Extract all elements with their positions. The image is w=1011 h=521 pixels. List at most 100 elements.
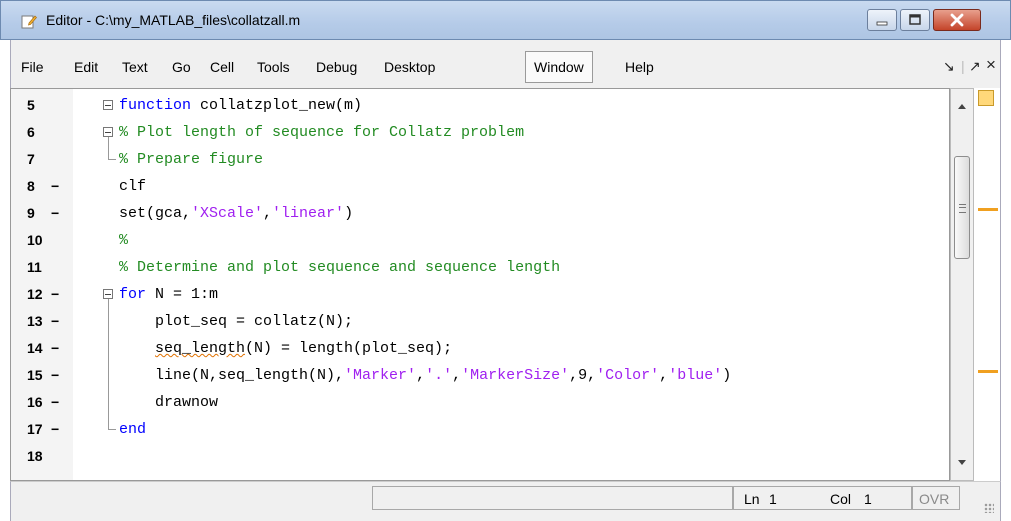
code-line[interactable]: 13− plot_seq = collatz(N); [11, 308, 949, 335]
warning-marker[interactable] [978, 370, 998, 373]
menu-go[interactable]: Go [172, 59, 191, 75]
line-number: 16 [27, 394, 43, 410]
code-token: (N) = length(plot_seq); [245, 340, 453, 357]
code-text: seq_length(N) = length(plot_seq); [119, 335, 452, 362]
menu-edit[interactable]: Edit [74, 59, 98, 75]
breakpoint-dash[interactable]: − [51, 173, 59, 200]
column-label: Col [830, 491, 852, 507]
code-token: , [263, 205, 273, 222]
code-text: line(N,seq_length(N),'Marker','.','Marke… [119, 362, 731, 389]
scroll-down-arrow-icon[interactable] [958, 460, 966, 465]
analyzer-status-icon[interactable] [978, 90, 994, 106]
vertical-scrollbar[interactable] [950, 88, 974, 481]
code-token: ) [344, 205, 354, 222]
code-line[interactable]: 14− seq_length(N) = length(plot_seq); [11, 335, 949, 362]
code-line[interactable]: 17− end [11, 416, 949, 443]
fold-guide [108, 299, 109, 429]
code-line[interactable]: 16− drawnow [11, 389, 949, 416]
fold-guide-end [108, 429, 116, 430]
code-token: 'Marker' [344, 367, 417, 384]
restore-icon[interactable]: ↗ [969, 58, 981, 75]
line-number: 5 [27, 97, 35, 113]
breakpoint-dash[interactable]: − [51, 200, 59, 227]
breakpoint-dash[interactable]: − [51, 308, 59, 335]
maximize-button[interactable] [900, 9, 930, 31]
line-number: 10 [27, 232, 43, 248]
code-token: collatzplot_new(m) [191, 97, 363, 114]
window-title: Editor - C:\my_MATLAB_files\collatzall.m [46, 12, 301, 28]
breakpoint-dash[interactable]: − [51, 362, 59, 389]
code-token: , [659, 367, 669, 384]
code-token: % Plot length of sequence for Collatz pr… [119, 124, 525, 141]
code-line[interactable]: 5 function collatzplot_new(m) [11, 92, 949, 119]
line-label: Ln [744, 491, 760, 507]
status-message-field [372, 486, 733, 510]
breakpoint-dash[interactable]: − [51, 389, 59, 416]
line-number: 12 [27, 286, 43, 302]
code-token: 'blue' [668, 367, 723, 384]
minimize-button[interactable] [867, 9, 897, 31]
line-number: 8 [27, 178, 35, 194]
column-value: 1 [864, 491, 872, 507]
maximize-icon [909, 14, 921, 25]
code-text: for N = 1:m [119, 281, 218, 308]
menu-file[interactable]: File [21, 59, 44, 75]
code-line[interactable]: 15− line(N,seq_length(N),'Marker','.','M… [11, 362, 949, 389]
matlab-editor-window: Editor - C:\my_MATLAB_files\collatzall.m… [0, 0, 1011, 521]
resize-grip-icon[interactable] [984, 503, 994, 513]
close-icon [950, 13, 964, 27]
line-number: 9 [27, 205, 35, 221]
code-token: function [119, 97, 192, 114]
line-number: 6 [27, 124, 35, 140]
breakpoint-dash[interactable]: − [51, 335, 59, 362]
breakpoint-dash[interactable]: − [51, 281, 59, 308]
cursor-position-field [733, 486, 912, 510]
code-token: seq_length [155, 340, 246, 357]
code-line[interactable]: 10% [11, 227, 949, 254]
code-text: % Determine and plot sequence and sequen… [119, 254, 560, 281]
code-text: end [119, 416, 146, 443]
code-line[interactable]: 11 % Determine and plot sequence and sequ… [11, 254, 949, 281]
scroll-up-arrow-icon[interactable] [958, 104, 966, 109]
menu-tools[interactable]: Tools [257, 59, 290, 75]
code-token: 'linear' [272, 205, 345, 222]
code-line[interactable]: 18 [11, 443, 949, 470]
code-line[interactable]: 8− clf [11, 173, 949, 200]
undock-icon[interactable]: ↘ [943, 58, 955, 75]
code-line[interactable]: 12− for N = 1:m [11, 281, 949, 308]
line-number: 15 [27, 367, 43, 383]
menu-debug[interactable]: Debug [316, 59, 357, 75]
menu-desktop[interactable]: Desktop [384, 59, 435, 75]
menu-cell[interactable]: Cell [210, 59, 234, 75]
code-text: set(gca,'XScale','linear') [119, 200, 353, 227]
close-window-button[interactable] [933, 9, 981, 31]
code-token: line(N,seq_length(N), [119, 367, 345, 384]
menu-text[interactable]: Text [122, 59, 148, 75]
close-doc-icon[interactable]: × [986, 55, 996, 75]
code-token: % [119, 232, 129, 249]
code-text: drawnow [119, 389, 218, 416]
warning-marker[interactable] [978, 208, 998, 211]
code-editor[interactable]: 5 function collatzplot_new(m) 6 % Plot leng… [10, 88, 950, 481]
breakpoint-dash[interactable]: − [51, 416, 59, 443]
fold-toggle-icon[interactable] [103, 127, 113, 137]
menu-window[interactable]: Window [525, 51, 593, 83]
fold-toggle-icon[interactable] [103, 289, 113, 299]
line-number: 14 [27, 340, 43, 356]
line-number: 7 [27, 151, 35, 167]
code-token: clf [119, 178, 147, 195]
menu-help[interactable]: Help [625, 59, 654, 75]
scroll-thumb[interactable] [954, 156, 970, 259]
title-bar: Editor - C:\my_MATLAB_files\collatzall.m [0, 0, 1011, 40]
line-number: 17 [27, 421, 43, 437]
code-token: for [119, 286, 147, 303]
code-token: 'MarkerSize' [461, 367, 570, 384]
code-line[interactable]: 6 % Plot length of sequence for Collatz p… [11, 119, 949, 146]
code-text: % [119, 227, 128, 254]
line-number: 18 [27, 448, 43, 464]
code-token: end [119, 421, 147, 438]
fold-toggle-icon[interactable] [103, 100, 113, 110]
code-line[interactable]: 7 % Prepare figure [11, 146, 949, 173]
code-token: , [416, 367, 426, 384]
code-line[interactable]: 9− set(gca,'XScale','linear') [11, 200, 949, 227]
